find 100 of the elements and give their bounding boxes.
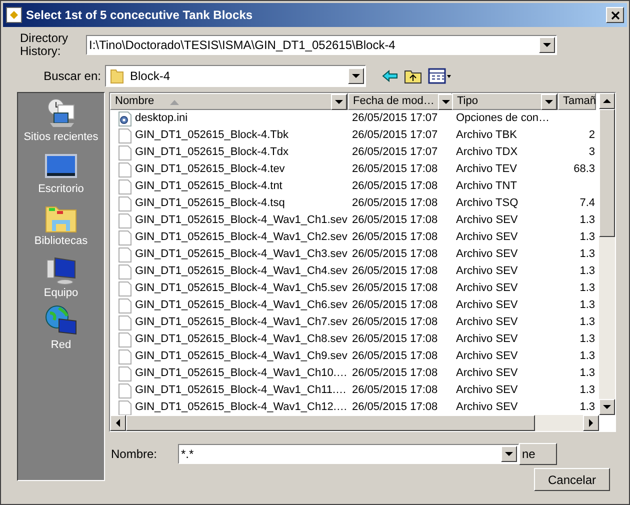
file-row[interactable]: GIN_DT1_052615_Block-4_Wav1_Ch1.sev 26/05/2015 17:08 Archivo SEV 1.3 bbox=[110, 212, 599, 229]
scroll-right-icon[interactable] bbox=[583, 415, 599, 431]
file-name-combobox[interactable]: *.* bbox=[178, 444, 519, 464]
file-type: Archivo SEV bbox=[455, 315, 519, 330]
sidebar-place-item[interactable]: Red bbox=[18, 305, 104, 353]
file-name: GIN_DT1_052615_Block-4_Wav1_Ch12.… bbox=[135, 400, 348, 415]
sidebar-place-item[interactable]: Sitios recientes bbox=[18, 97, 104, 145]
sidebar-place-item[interactable]: Equipo bbox=[18, 253, 104, 301]
folder-icon bbox=[110, 68, 124, 84]
cancel-button[interactable]: Cancelar bbox=[534, 468, 610, 491]
place-label: Bibliotecas bbox=[34, 234, 88, 248]
modified-date: 26/05/2015 17:08 bbox=[351, 332, 439, 348]
file-type: Archivo SEV bbox=[455, 281, 519, 296]
column-header[interactable]: Fecha de mod… bbox=[348, 93, 452, 110]
file-name: GIN_DT1_052615_Block-4_Wav1_Ch5.sev bbox=[135, 281, 348, 296]
file-size: 1.3 bbox=[578, 247, 596, 262]
file-icon bbox=[118, 314, 132, 330]
window-title: Select 1st of 5 concecutive Tank Blocks bbox=[26, 7, 254, 24]
sidebar-place-item[interactable]: Bibliotecas bbox=[18, 201, 104, 249]
file-row[interactable]: GIN_DT1_052615_Block-4_Wav1_Ch5.sev 26/05/2015 17:08 Archivo SEV 1.3 bbox=[110, 280, 599, 297]
scroll-thumb[interactable] bbox=[599, 109, 615, 237]
file-type: Archivo SEV bbox=[455, 383, 519, 398]
column-header[interactable]: Nombre bbox=[110, 93, 348, 110]
file-icon bbox=[118, 298, 132, 314]
file-row[interactable]: GIN_DT1_052615_Block-4_Wav1_Ch6.sev 26/05/2015 17:08 Archivo SEV 1.3 bbox=[110, 297, 599, 314]
file-row[interactable]: GIN_DT1_052615_Block-4_Wav1_Ch7.sev 26/05/2015 17:08 Archivo SEV 1.3 bbox=[110, 314, 599, 331]
file-name: GIN_DT1_052615_Block-4_Wav1_Ch3.sev bbox=[135, 247, 348, 262]
file-type: Opciones de con… bbox=[455, 111, 551, 126]
up-folder-icon[interactable] bbox=[404, 68, 422, 84]
file-name: desktop.ini bbox=[135, 111, 188, 126]
file-icon bbox=[118, 128, 132, 144]
modified-date: 26/05/2015 17:08 bbox=[351, 196, 439, 212]
file-icon bbox=[118, 348, 132, 364]
file-icon bbox=[118, 382, 132, 398]
place-label: Red bbox=[50, 338, 72, 352]
file-row[interactable]: GIN_DT1_052615_Block-4.Tbk 26/05/2015 17:07 Archivo TBK 2 bbox=[110, 127, 599, 144]
scroll-thumb[interactable] bbox=[126, 415, 535, 431]
file-row[interactable]: desktop.ini 26/05/2015 17:07 Opciones de con… bbox=[110, 110, 599, 127]
back-arrow-icon[interactable] bbox=[382, 69, 398, 83]
file-icon bbox=[118, 144, 132, 160]
modified-date: 26/05/2015 17:08 bbox=[351, 383, 439, 398]
column-dropdown-icon[interactable] bbox=[331, 94, 347, 110]
file-type: Archivo SEV bbox=[455, 332, 519, 348]
file-name: GIN_DT1_052615_Block-4.Tdx bbox=[135, 145, 288, 160]
file-icon bbox=[118, 332, 132, 348]
file-name-value: *.* bbox=[181, 446, 195, 463]
modified-date: 26/05/2015 17:08 bbox=[351, 281, 439, 296]
file-size: 1.3 bbox=[578, 332, 596, 348]
file-icon bbox=[118, 280, 132, 296]
modified-date: 26/05/2015 17:08 bbox=[351, 247, 439, 262]
directory-history-label: Directory History: bbox=[20, 32, 70, 58]
modified-date: 26/05/2015 17:08 bbox=[351, 400, 439, 415]
file-name: GIN_DT1_052615_Block-4_Wav1_Ch11.… bbox=[135, 383, 347, 398]
file-row[interactable]: GIN_DT1_052615_Block-4_Wav1_Ch11.… 26/05/2015 17:08 Archivo SEV 1.3 bbox=[110, 382, 599, 399]
file-size: 3 bbox=[588, 145, 596, 160]
file-row[interactable]: GIN_DT1_052615_Block-4_Wav1_Ch8.sev 26/05/2015 17:08 Archivo SEV 1.3 bbox=[110, 331, 599, 348]
file-size: 1.3 bbox=[578, 400, 596, 415]
file-row[interactable]: GIN_DT1_052615_Block-4_Wav1_Ch12.… 26/05/2015 17:08 Archivo SEV 1.3 bbox=[110, 399, 599, 415]
scroll-down-icon[interactable] bbox=[599, 399, 615, 415]
scroll-left-icon[interactable] bbox=[110, 415, 126, 431]
modified-date: 26/05/2015 17:08 bbox=[351, 366, 439, 382]
file-row[interactable]: GIN_DT1_052615_Block-4.Tdx 26/05/2015 17:07 Archivo TDX 3 bbox=[110, 144, 599, 161]
file-icon bbox=[118, 246, 132, 262]
sidebar-place-item[interactable]: Escritorio bbox=[18, 149, 104, 197]
file-row[interactable]: GIN_DT1_052615_Block-4_Wav1_Ch2.sev 26/05/2015 17:08 Archivo SEV 1.3 bbox=[110, 229, 599, 246]
file-row[interactable]: GIN_DT1_052615_Block-4.tev 26/05/2015 17:08 Archivo TEV 68.3 bbox=[110, 161, 599, 178]
place-label: Sitios recientes bbox=[24, 130, 98, 144]
settings-file-icon bbox=[118, 110, 132, 126]
close-button[interactable] bbox=[606, 7, 624, 23]
view-menu-icon[interactable] bbox=[428, 68, 452, 84]
desktop-icon bbox=[45, 152, 77, 180]
scroll-up-icon[interactable] bbox=[599, 93, 615, 109]
file-row[interactable]: GIN_DT1_052615_Block-4_Wav1_Ch3.sev 26/05/2015 17:08 Archivo SEV 1.3 bbox=[110, 246, 599, 263]
file-name: GIN_DT1_052615_Block-4.tev bbox=[135, 162, 285, 178]
file-name: GIN_DT1_052615_Block-4_Wav1_Ch8.sev bbox=[135, 332, 348, 348]
file-size: 1.3 bbox=[578, 366, 596, 382]
file-name: GIN_DT1_052615_Block-4_Wav1_Ch9.sev bbox=[135, 349, 348, 364]
column-header[interactable]: Tipo bbox=[452, 93, 558, 110]
file-size: 68.3 bbox=[572, 162, 596, 178]
file-type: Archivo TEV bbox=[455, 162, 518, 178]
horizontal-scrollbar[interactable] bbox=[110, 415, 599, 431]
computer-icon bbox=[45, 254, 77, 284]
file-row[interactable]: GIN_DT1_052615_Block-4.tnt 26/05/2015 17:08 Archivo TNT bbox=[110, 178, 599, 195]
file-icon bbox=[118, 162, 132, 178]
file-icon bbox=[118, 264, 132, 280]
vertical-scrollbar[interactable] bbox=[599, 93, 615, 415]
look-in-combobox[interactable]: Block-4 bbox=[105, 65, 366, 87]
file-row[interactable]: GIN_DT1_052615_Block-4_Wav1_Ch4.sev 26/05/2015 17:08 Archivo SEV 1.3 bbox=[110, 263, 599, 280]
file-row[interactable]: GIN_DT1_052615_Block-4_Wav1_Ch10.… 26/05/2015 17:08 Archivo SEV 1.3 bbox=[110, 365, 599, 382]
column-dropdown-icon[interactable] bbox=[541, 94, 557, 110]
file-type: Archivo TBK bbox=[455, 128, 518, 144]
modified-date: 26/05/2015 17:08 bbox=[351, 162, 439, 178]
file-size: 1.3 bbox=[578, 298, 596, 314]
file-type: Archivo SEV bbox=[455, 247, 519, 262]
open-button[interactable]: ne bbox=[519, 443, 557, 465]
column-header[interactable]: Tamañ bbox=[558, 93, 596, 110]
file-row[interactable]: GIN_DT1_052615_Block-4.tsq 26/05/2015 17:08 Archivo TSQ 7.4 bbox=[110, 195, 599, 212]
modified-date: 26/05/2015 17:08 bbox=[351, 298, 439, 314]
directory-history-combobox[interactable]: I:\Tino\Doctorado\TESIS\ISMA\GIN_DT1_052615\Block-4 bbox=[86, 35, 557, 55]
file-row[interactable]: GIN_DT1_052615_Block-4_Wav1_Ch9.sev 26/05/2015 17:08 Archivo SEV 1.3 bbox=[110, 348, 599, 365]
